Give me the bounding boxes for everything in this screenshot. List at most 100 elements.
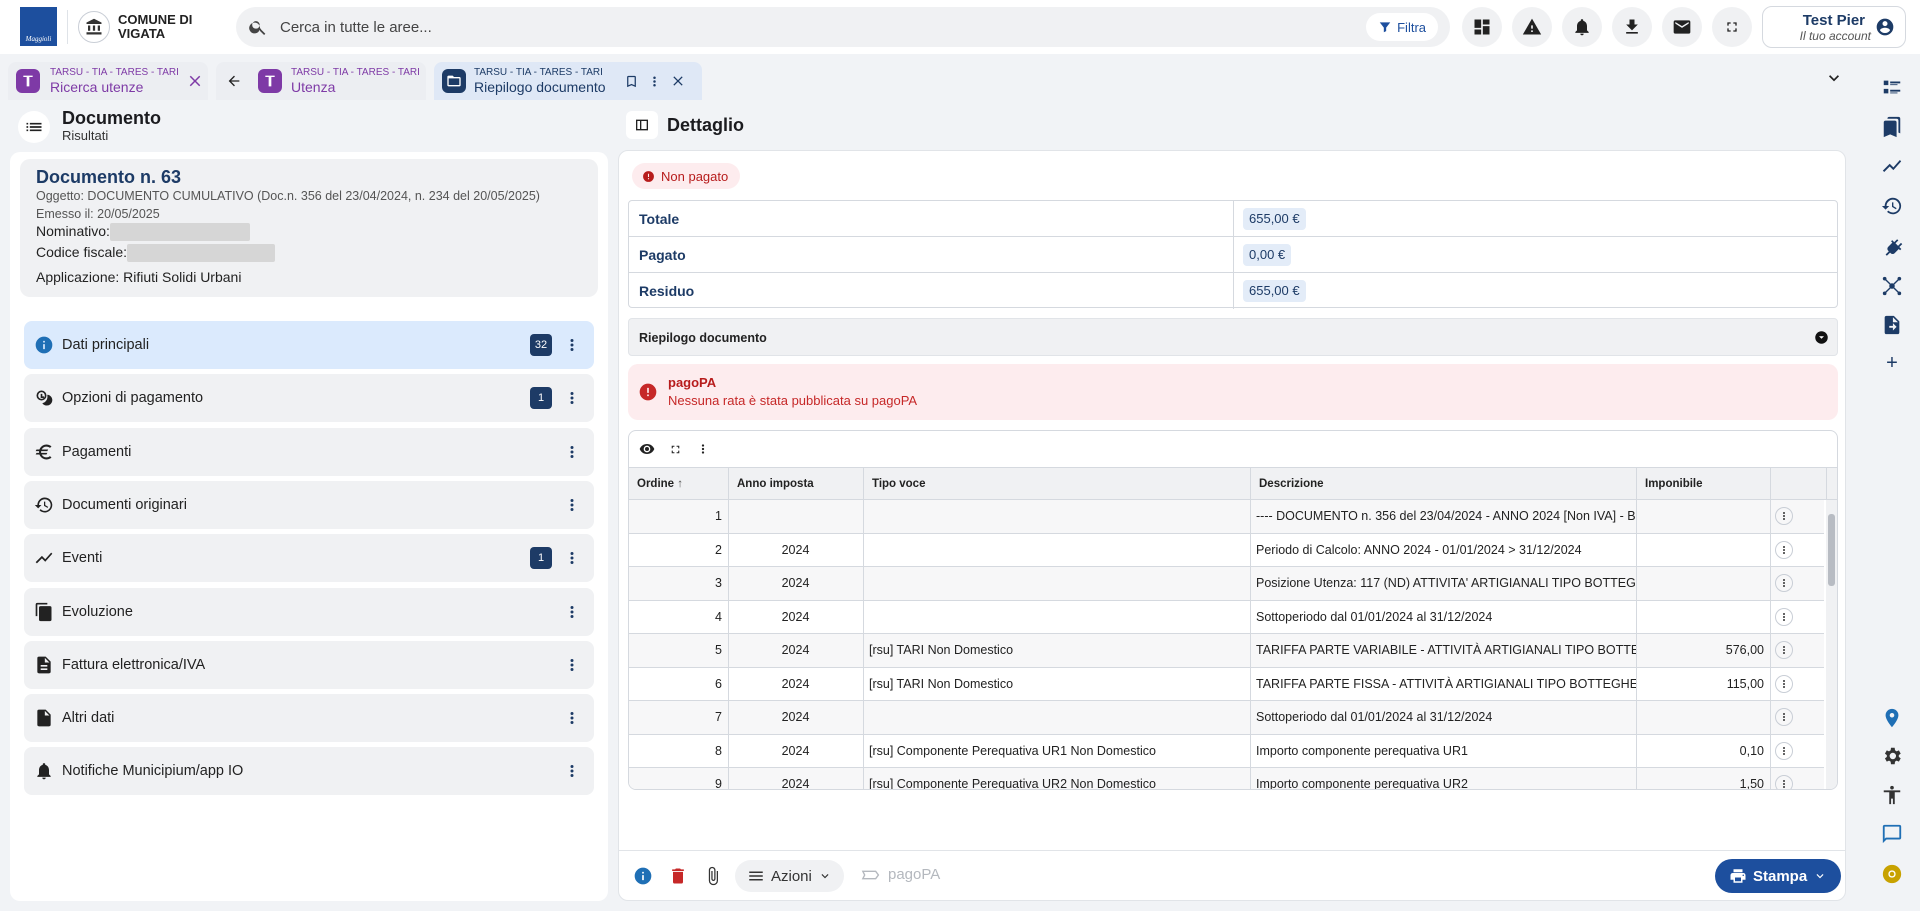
bookmark-icon[interactable]	[624, 74, 639, 89]
menu-item-evoluzione[interactable]: Evoluzione	[24, 587, 594, 636]
dashboard-button[interactable]	[1462, 7, 1502, 47]
delete-button[interactable]	[664, 862, 692, 890]
column-header-anno[interactable]: Anno imposta	[729, 468, 864, 500]
table-row[interactable]: 8 2024 [rsu] Componente Perequativa UR1 No…	[629, 734, 1824, 768]
menu-item-fattura-elettronica-iva[interactable]: Fattura elettronica/IVA	[24, 640, 594, 689]
account-button[interactable]: Test Pier Il tuo account	[1762, 6, 1906, 48]
info-button[interactable]	[629, 862, 657, 890]
menu-item-dati-principali[interactable]: Dati principali 32	[24, 321, 594, 369]
fullscreen-button[interactable]	[1712, 7, 1752, 47]
bookmarks-icon[interactable]	[1881, 116, 1903, 138]
more-vert-icon[interactable]	[647, 74, 662, 89]
menu-item-documenti-originari[interactable]: Documenti originari	[24, 480, 594, 529]
menu-item-altri-dati[interactable]: Altri dati	[24, 694, 594, 743]
attachment-button[interactable]	[699, 862, 727, 890]
feedback-icon[interactable]	[1881, 823, 1903, 845]
table-row[interactable]: 1 ---- DOCUMENTO n. 356 del 23/04/2024 - …	[629, 500, 1824, 534]
menu-item-more-button[interactable]	[558, 757, 586, 785]
table-row[interactable]: 7 2024 Sottoperiodo dal 01/01/2024 al 31/1…	[629, 701, 1824, 735]
row-actions-button[interactable]	[1775, 775, 1793, 789]
azioni-dropdown[interactable]: Azioni	[735, 860, 844, 892]
back-arrow-icon[interactable]	[226, 73, 242, 89]
row-actions-button[interactable]	[1775, 574, 1793, 592]
row-actions-button[interactable]	[1775, 540, 1793, 559]
row-actions-button[interactable]	[1775, 741, 1793, 760]
folder-icon	[442, 69, 466, 93]
grid-fullscreen-button[interactable]	[663, 437, 687, 461]
expand-circle-icon[interactable]	[1814, 330, 1829, 345]
table-row[interactable]: 4 2024 Sottoperiodo dal 01/01/2024 al 31/1…	[629, 600, 1824, 634]
menu-item-label: Documenti originari	[62, 496, 187, 513]
stampa-button[interactable]: Stampa	[1715, 859, 1842, 893]
menu-item-pagamenti[interactable]: Pagamenti	[24, 427, 594, 476]
fullscreen-icon	[1727, 22, 1737, 32]
column-header-ordine[interactable]: Ordine ↑	[629, 468, 729, 500]
grid-scrollbar[interactable]	[1826, 500, 1837, 789]
table-row[interactable]: 9 2024 [rsu] Componente Perequativa UR2 No…	[629, 768, 1824, 789]
municipality-icon[interactable]	[78, 11, 110, 43]
row-actions-button[interactable]	[1775, 674, 1793, 693]
chevron-down-icon[interactable]	[1824, 68, 1844, 88]
row-actions-button[interactable]	[1775, 507, 1793, 525]
cell-tipo	[864, 701, 1251, 734]
messages-button[interactable]	[1662, 7, 1702, 47]
table-row[interactable]: 6 2024 [rsu] TARI Non Domestico TARIFFA PAR…	[629, 667, 1824, 701]
menu-item-more-button[interactable]	[558, 651, 586, 679]
menu-item-more-button[interactable]	[558, 598, 586, 626]
menu-item-opzioni-di-pagamento[interactable]: Opzioni di pagamento 1	[24, 374, 594, 423]
menu-item-more-button[interactable]	[558, 491, 586, 519]
grid-more-button[interactable]	[691, 437, 715, 461]
support-lifebuoy-icon[interactable]	[1881, 863, 1903, 885]
summary-label: Residuo	[639, 283, 695, 299]
cell-imponibile	[1637, 533, 1771, 567]
network-icon[interactable]	[1881, 275, 1903, 297]
pagopa-button[interactable]: pagoPA	[861, 866, 940, 883]
plug-icon[interactable]	[1881, 235, 1903, 257]
settings-gear-icon[interactable]	[1881, 745, 1903, 767]
menu-item-more-button[interactable]	[558, 384, 586, 412]
tab-riepilogo-documento[interactable]: TARSU - TIA - TARES - TARI Riepilogo doc…	[434, 62, 702, 100]
column-header-imponibile[interactable]: Imponibile	[1637, 468, 1771, 500]
scrollbar-thumb[interactable]	[1828, 514, 1835, 586]
column-header-descrizione[interactable]: Descrizione	[1251, 468, 1637, 500]
add-icon[interactable]: +	[1881, 352, 1903, 374]
filter-button[interactable]: Filtra	[1366, 13, 1438, 41]
menu-item-more-button[interactable]	[558, 704, 586, 732]
row-actions-button[interactable]	[1775, 641, 1793, 659]
toggle-sidebar-button[interactable]	[626, 111, 658, 139]
logo-text: Maggioli	[25, 35, 52, 43]
riepilogo-documento-accordion[interactable]: Riepilogo documento	[628, 318, 1838, 356]
menu-item-more-button[interactable]	[558, 438, 586, 466]
column-header-tipo-voce[interactable]: Tipo voce	[864, 468, 1251, 500]
list-detail-icon[interactable]	[1881, 76, 1903, 98]
table-row[interactable]: 5 2024 [rsu] TARI Non Domestico TARIFFA PAR…	[629, 634, 1824, 668]
menu-item-more-button[interactable]	[558, 544, 586, 572]
close-icon[interactable]	[186, 72, 204, 90]
visibility-button[interactable]	[635, 437, 659, 461]
menu-item-more-button[interactable]	[558, 331, 586, 359]
close-icon[interactable]	[670, 73, 686, 89]
row-actions-button[interactable]	[1775, 708, 1793, 726]
notifications-button[interactable]	[1562, 7, 1602, 47]
more-vert-icon	[1783, 746, 1785, 755]
location-pin-icon[interactable]	[1881, 707, 1903, 729]
menu-item-notifiche-municipium-app-io[interactable]: Notifiche Municipium/app IO	[24, 747, 594, 796]
tab-ricerca-utenze[interactable]: TARSU - TIA - TARES - TARI Ricerca utenz…	[8, 62, 208, 100]
tab-utenza[interactable]: TARSU - TIA - TARES - TARI Utenza	[216, 62, 426, 100]
table-row[interactable]: 2 2024 Periodo di Calcolo: ANNO 2024 - 01/…	[629, 533, 1824, 567]
menu-item-eventi[interactable]: Eventi 1	[24, 534, 594, 583]
search-input[interactable]	[280, 7, 1180, 47]
file-export-icon[interactable]	[1881, 314, 1903, 336]
list-menu-button[interactable]	[18, 111, 50, 143]
trend-icon[interactable]	[1881, 155, 1903, 177]
maggioli-logo[interactable]: Maggioli	[20, 7, 57, 46]
history-icon[interactable]	[1881, 195, 1903, 217]
downloads-button[interactable]	[1612, 7, 1652, 47]
cell-tipo	[864, 600, 1251, 634]
table-row[interactable]: 3 2024 Posizione Utenza: 117 (ND) ATTIVITA…	[629, 567, 1824, 601]
menu-item-label: Dati principali	[62, 337, 150, 353]
row-actions-button[interactable]	[1775, 607, 1793, 626]
accessibility-icon[interactable]	[1881, 784, 1903, 806]
menu-item-label: Altri dati	[62, 710, 115, 727]
alerts-button[interactable]	[1512, 7, 1552, 47]
